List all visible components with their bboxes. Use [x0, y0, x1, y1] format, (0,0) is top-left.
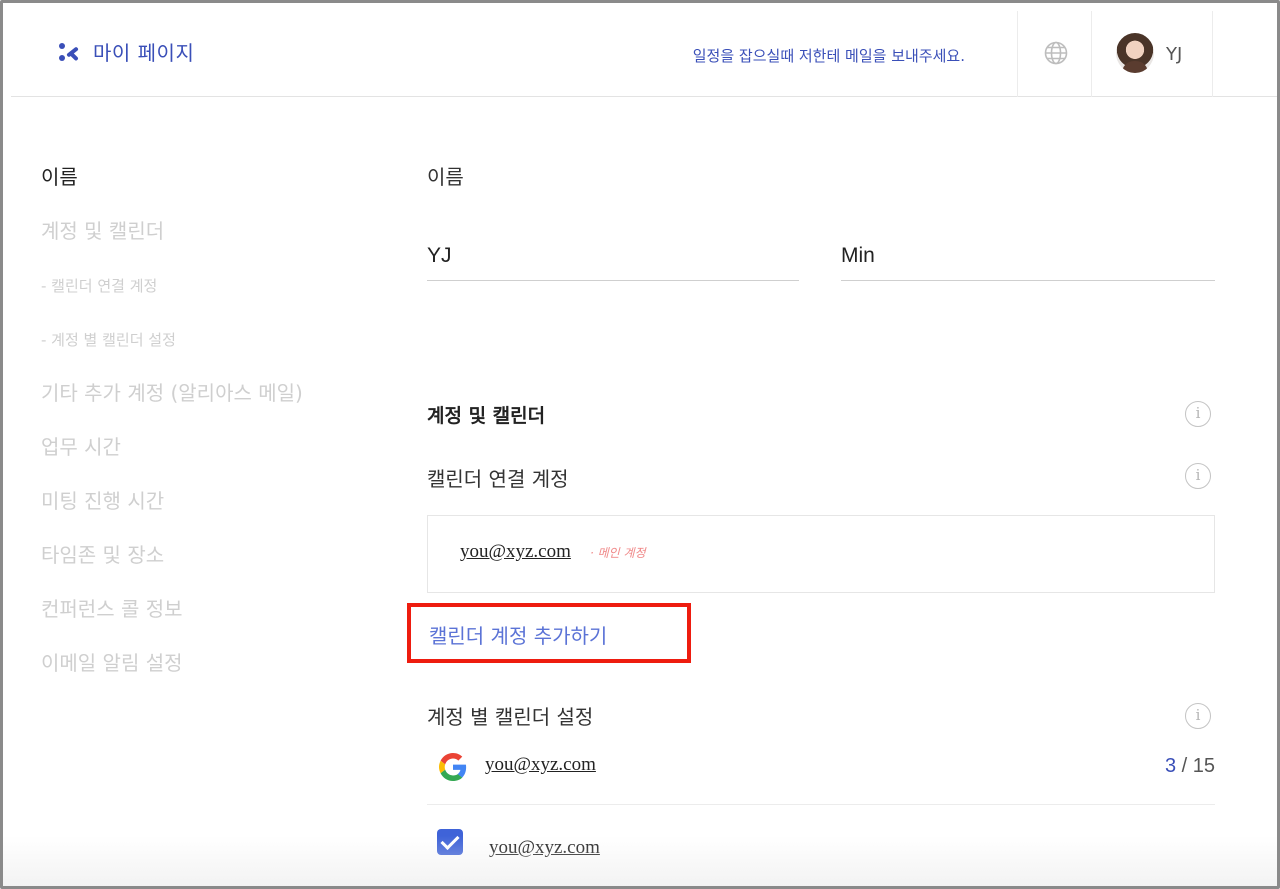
user-menu[interactable]: YJ: [1091, 11, 1213, 97]
per-account-settings-title: 계정 별 캘린더 설정: [427, 705, 594, 729]
connected-email-link[interactable]: you@xyz.com: [460, 541, 571, 562]
first-name-field[interactable]: [427, 231, 799, 281]
sidebar-item-name[interactable]: 이름: [41, 161, 78, 190]
calendar-checkbox[interactable]: [437, 829, 463, 855]
calendar-email-label: you@xyz.com: [489, 837, 600, 858]
account-section-title: 계정 및 캘린더: [427, 405, 546, 427]
info-icon[interactable]: i: [1185, 463, 1211, 489]
sidebar-item-timezone-location[interactable]: 타임존 및 장소: [41, 539, 164, 568]
sidebar-item-calendar-settings[interactable]: - 계정 별 캘린더 설정: [41, 329, 176, 350]
google-icon: [439, 753, 467, 781]
app-frame: 마이 페이지 일정을 잡으실때 저한테 메일을 보내주세요. YJ 이름 계정 …: [0, 0, 1280, 889]
sidebar-item-alias-email[interactable]: 기타 추가 계정 (알리아스 메일): [41, 377, 303, 406]
info-icon[interactable]: i: [1185, 401, 1211, 427]
calendar-list-item: you@xyz.com: [427, 823, 667, 879]
last-name-field[interactable]: [841, 231, 1215, 281]
add-calendar-account-label: 캘린더 계정 추가하기: [429, 624, 608, 648]
info-icon[interactable]: i: [1185, 703, 1211, 729]
sidebar-item-account-calendar[interactable]: 계정 및 캘린더: [41, 215, 164, 244]
sidebar-item-meeting-duration[interactable]: 미팅 진행 시간: [41, 485, 164, 514]
app-title: 마이 페이지: [93, 41, 195, 65]
language-cell: [1017, 11, 1091, 97]
user-name: YJ: [1166, 44, 1183, 65]
google-account-row[interactable]: you@xyz.com 3 / 15: [427, 743, 1215, 805]
sidebar-item-work-hours[interactable]: 업무 시간: [41, 431, 121, 460]
connected-accounts-title: 캘린더 연결 계정: [427, 467, 569, 491]
name-section-title: 이름: [427, 165, 464, 189]
sidebar-item-conference-call[interactable]: 컨퍼런스 콜 정보: [41, 593, 183, 622]
avatar: [1116, 33, 1154, 73]
main-account-badge: · 메인 계정: [590, 546, 646, 560]
calendar-count: 3 / 15: [1164, 755, 1215, 777]
google-email-link[interactable]: you@xyz.com: [485, 754, 596, 776]
logo-icon: [57, 40, 81, 64]
sidebar-item-email-notifications[interactable]: 이메일 알림 설정: [41, 647, 183, 676]
connected-account-box: you@xyz.com · 메인 계정: [427, 515, 1215, 593]
sidebar-item-connected-accounts[interactable]: - 캘린더 연결 계정: [41, 275, 157, 296]
globe-icon[interactable]: [1044, 41, 1068, 65]
logo-home-link[interactable]: 마이 페이지: [57, 37, 194, 66]
top-header: 마이 페이지 일정을 잡으실때 저한테 메일을 보내주세요. YJ: [11, 11, 1277, 97]
add-calendar-account-button[interactable]: 캘린더 계정 추가하기: [407, 603, 691, 663]
header-message: 일정을 잡으실때 저한테 메일을 보내주세요.: [692, 47, 965, 65]
